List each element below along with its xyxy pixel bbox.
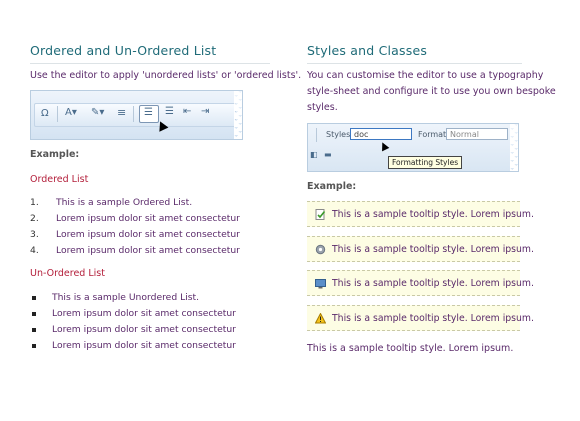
left-intro-text: Use the editor to apply 'unordered lists… xyxy=(30,70,302,81)
right-intro-line: style-sheet and configure it to use you … xyxy=(307,86,556,97)
ordered-list-section-title: Ordered and Un-Ordered List xyxy=(30,43,217,58)
warning-icon xyxy=(315,313,326,324)
format-select[interactable]: Normal xyxy=(446,128,508,140)
omega-icon[interactable]: Ω xyxy=(41,108,49,119)
right-title-divider xyxy=(307,63,522,64)
styles-label: Styles xyxy=(326,130,351,139)
tooltip-style-box: This is a sample tooltip style. Lorem ip… xyxy=(307,305,534,331)
styles-select[interactable]: doc xyxy=(350,128,412,140)
tooltip-style-box: This is a sample tooltip style. Lorem ip… xyxy=(307,201,534,227)
right-intro-line: styles. xyxy=(307,102,338,113)
bullet-icon xyxy=(32,344,36,348)
right-intro-line: You can customise the editor to use a ty… xyxy=(307,70,544,81)
preview-icon[interactable]: ▬ xyxy=(324,150,332,159)
ordered-list-heading: Ordered List xyxy=(30,174,89,185)
right-example-label: Example: xyxy=(307,181,357,192)
ordered-list-button[interactable]: ☰ xyxy=(139,105,159,123)
tooltip-style-box: This is a sample tooltip style. Lorem ip… xyxy=(307,270,534,296)
gear-icon xyxy=(315,244,326,255)
bullet-icon xyxy=(32,296,36,300)
horizontal-rule-icon[interactable]: ≡ xyxy=(117,106,126,119)
list-toolbar-image: Ω A▾ ✎▾ ≡ ☰ ☰ ⇤ ⇥ xyxy=(30,90,243,140)
footer-tooltip-text: This is a sample tooltip style. Lorem ip… xyxy=(307,343,514,354)
mouse-cursor-icon xyxy=(378,140,390,152)
styles-toolbar-image: Styles doc Format Normal ◧ ▬ Formatting … xyxy=(307,123,519,172)
indent-icon[interactable]: ⇥ xyxy=(201,106,209,117)
unordered-list-icon[interactable]: ☰ xyxy=(165,106,174,117)
formatting-styles-tooltip: Formatting Styles xyxy=(388,156,463,169)
left-title-divider xyxy=(30,63,270,64)
source-icon[interactable]: ◧ xyxy=(310,150,318,159)
left-example-label: Example: xyxy=(30,149,80,160)
highlight-icon[interactable]: ✎▾ xyxy=(91,107,104,118)
unordered-list-heading: Un-Ordered List xyxy=(30,268,105,279)
ordered-list-icon: ☰ xyxy=(144,107,153,118)
styles-section-title: Styles and Classes xyxy=(307,43,428,58)
text-color-icon[interactable]: A▾ xyxy=(65,107,77,118)
tooltip-style-box: This is a sample tooltip style. Lorem ip… xyxy=(307,236,534,262)
bullet-icon xyxy=(32,312,36,316)
bullet-icon xyxy=(32,328,36,332)
check-document-icon xyxy=(315,209,326,220)
outdent-icon[interactable]: ⇤ xyxy=(183,106,191,117)
format-label: Format xyxy=(418,130,447,139)
monitor-icon xyxy=(315,279,326,289)
